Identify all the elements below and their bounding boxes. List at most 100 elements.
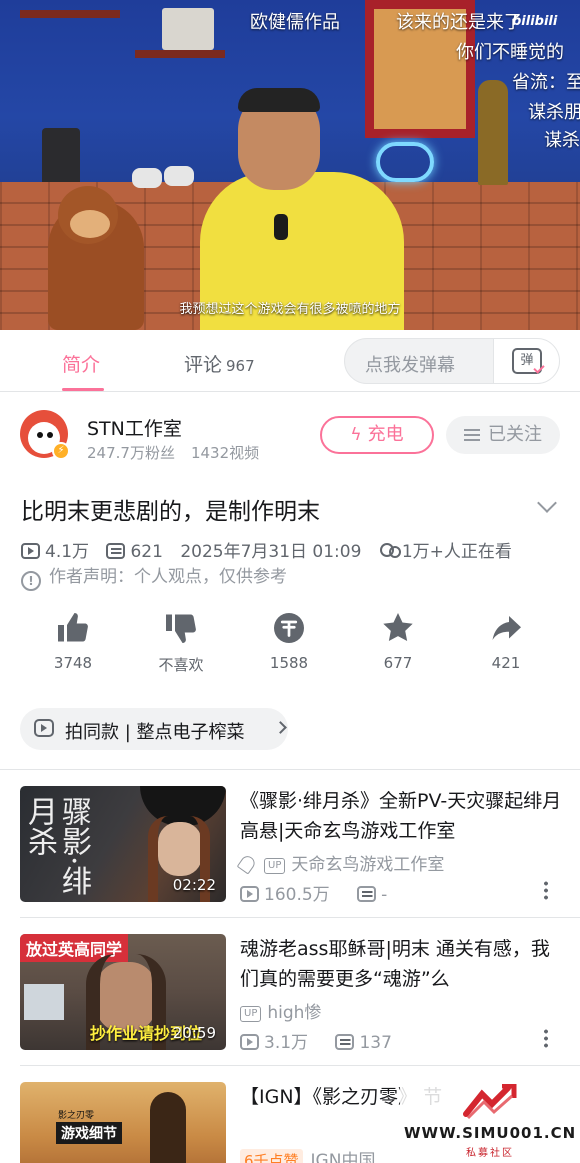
video-person-hair <box>238 88 320 112</box>
danmaku-count: - <box>381 885 388 905</box>
watching-count: 1万+人正在看 <box>401 542 512 562</box>
recommendation-title: 《骤影·绯月杀》全新PV-天灾骤起绯月高悬|天命玄鸟游戏工作室 <box>240 790 562 842</box>
rocket-icon <box>236 853 258 875</box>
video-controller <box>164 166 194 186</box>
follow-button[interactable]: 已关注 <box>446 416 560 454</box>
coin-icon <box>274 613 304 643</box>
view-count: 160.5万 <box>264 885 330 905</box>
coin-count: 1588 <box>269 654 309 672</box>
danmaku-settings-button[interactable]: 弹 <box>493 339 559 383</box>
watching-people-icon <box>379 543 401 559</box>
watermark-subtext: 私募社区 <box>466 1148 514 1159</box>
hot-tag: 6千点赞 <box>240 1149 303 1163</box>
like-icon <box>58 613 88 642</box>
recommendation-author[interactable]: UP high惨 <box>240 998 321 1023</box>
uploader-fans: 247.7万粉丝 <box>87 444 175 462</box>
thumb-logo-text: 影之刃零 <box>58 1111 95 1121</box>
thumb-silhouette <box>150 1092 186 1163</box>
video-microphone <box>274 214 288 240</box>
author-statement: ! 作者声明：个人观点，仅供参考 <box>21 562 287 591</box>
video-game-console <box>162 8 214 50</box>
verified-badge-icon: ⚡ <box>52 442 70 460</box>
more-options-icon[interactable] <box>544 880 548 900</box>
same-style-pill[interactable]: 拍同款 | 整点电子榨菜 <box>20 708 288 750</box>
recommendation-thumbnail[interactable]: 放过英高同学 抄作业请抄到位 20:59 <box>20 934 226 1050</box>
share-button[interactable]: 421 <box>461 608 551 672</box>
video-shelf <box>20 10 120 18</box>
watermark-logo-icon <box>463 1084 517 1120</box>
video-template-icon <box>34 719 54 737</box>
video-neon-sign <box>376 142 434 182</box>
danmaku-input[interactable]: 点我发弹幕 弹 <box>344 338 560 384</box>
tab-comments[interactable]: 评论 967 <box>184 350 255 377</box>
expand-chevron-icon[interactable] <box>537 493 557 513</box>
video-statue <box>478 80 508 185</box>
play-count-icon <box>240 886 259 902</box>
charge-button[interactable]: ϟ 充电 <box>320 416 434 454</box>
share-count: 421 <box>491 654 521 672</box>
menu-icon <box>464 429 480 441</box>
video-controller <box>132 168 162 188</box>
dislike-button[interactable]: 不喜欢 <box>136 608 226 675</box>
share-icon <box>492 616 521 640</box>
video-shelf <box>135 50 225 58</box>
avatar-eye <box>47 432 53 438</box>
recommendation-item[interactable]: 骤影·绯月杀 02:22 《骤影·绯月杀》全新PV-天灾骤起绯月高悬|天命玄鸟游… <box>0 770 580 910</box>
recommendation-thumbnail[interactable]: 骤影·绯月杀 02:22 <box>20 786 226 902</box>
thumb-banner: 游戏细节 <box>56 1122 122 1144</box>
favorite-count: 677 <box>383 654 413 672</box>
danmaku-count-icon <box>357 886 377 902</box>
up-tag: UP <box>240 1006 262 1022</box>
recommendation-author[interactable]: 6千点赞 IGN中国 <box>240 1146 375 1163</box>
view-count: 4.1万 <box>45 542 90 562</box>
uploader-meta: 247.7万粉丝 1432视频 <box>87 442 259 463</box>
avatar-eye <box>37 432 43 438</box>
author-name: high惨 <box>267 1003 322 1023</box>
video-monkey-face <box>70 210 110 238</box>
up-tag: UP <box>264 858 286 874</box>
dislike-icon <box>166 614 196 643</box>
danmaku-placeholder: 点我发弹幕 <box>365 355 455 376</box>
play-count-icon <box>240 1034 259 1050</box>
author-name: IGN中国 <box>310 1151 376 1163</box>
video-title: 比明末更悲剧的，是制作明末 <box>21 499 320 525</box>
like-button[interactable]: 3748 <box>28 608 118 672</box>
video-duration: 02:22 <box>172 876 216 894</box>
video-tabs: 简介 评论 967 点我发弹幕 弹 <box>0 330 580 392</box>
video-overlay-author: 欧健儒作品 <box>250 12 340 33</box>
danmaku-count: 137 <box>359 1033 392 1053</box>
charge-label: 充电 <box>367 424 404 445</box>
follow-label: 已关注 <box>488 424 542 445</box>
play-count-icon <box>21 543 40 559</box>
danmaku-line: 谋杀 <box>544 130 580 151</box>
danmaku-count-icon <box>335 1034 355 1050</box>
watermark: WWW.SIMU001.CN 私募社区 <box>400 1080 580 1163</box>
action-bar: 3748 不喜欢 1588 677 421 <box>0 608 580 688</box>
coin-button[interactable]: 1588 <box>244 608 334 672</box>
thumb-calligraphy: 骤影·绯月杀 <box>22 796 91 896</box>
recommendation-author[interactable]: UP 天命玄鸟游戏工作室 <box>236 850 444 875</box>
video-player[interactable]: 欧健儒作品 该来的还是来了 bilibili 你们不睡觉的 省流：至 谋杀朋 谋… <box>0 0 580 330</box>
same-style-label: 拍同款 | 整点电子榨菜 <box>65 722 245 743</box>
recommendation-stats: 160.5万 - <box>240 880 387 905</box>
tab-comments-count: 967 <box>226 357 255 375</box>
danmaku-count-icon <box>106 543 126 559</box>
video-stats: 4.1万 621 2025年7月31日 01:09 1万+人正在看 <box>21 537 512 562</box>
dislike-label: 不喜欢 <box>158 656 204 674</box>
danmaku-line: 谋杀朋 <box>528 102 580 123</box>
uploader-row: ⚡ STN工作室 247.7万粉丝 1432视频 ϟ 充电 已关注 <box>0 392 580 482</box>
danmaku-line: 省流：至 <box>512 72 580 93</box>
chevron-right-icon <box>274 721 287 734</box>
uploader-video-count: 1432视频 <box>190 444 260 462</box>
more-options-icon[interactable] <box>544 1028 548 1048</box>
recommendation-thumbnail[interactable]: 影之刃零 游戏细节 <box>20 1082 226 1163</box>
danmaku-count: 621 <box>130 542 163 562</box>
uploader-name[interactable]: STN工作室 <box>87 414 182 441</box>
favorite-icon <box>383 613 413 642</box>
thumb-fridge <box>24 984 64 1020</box>
publish-time: 2025年7月31日 01:09 <box>180 542 362 562</box>
danmaku-line: 该来的还是来了 <box>396 12 522 33</box>
tab-intro[interactable]: 简介 <box>62 350 100 377</box>
recommendation-item[interactable]: 放过英高同学 抄作业请抄到位 20:59 魂游老ass耶稣哥|明末 通关有感，我… <box>0 918 580 1058</box>
favorite-button[interactable]: 677 <box>353 608 443 672</box>
